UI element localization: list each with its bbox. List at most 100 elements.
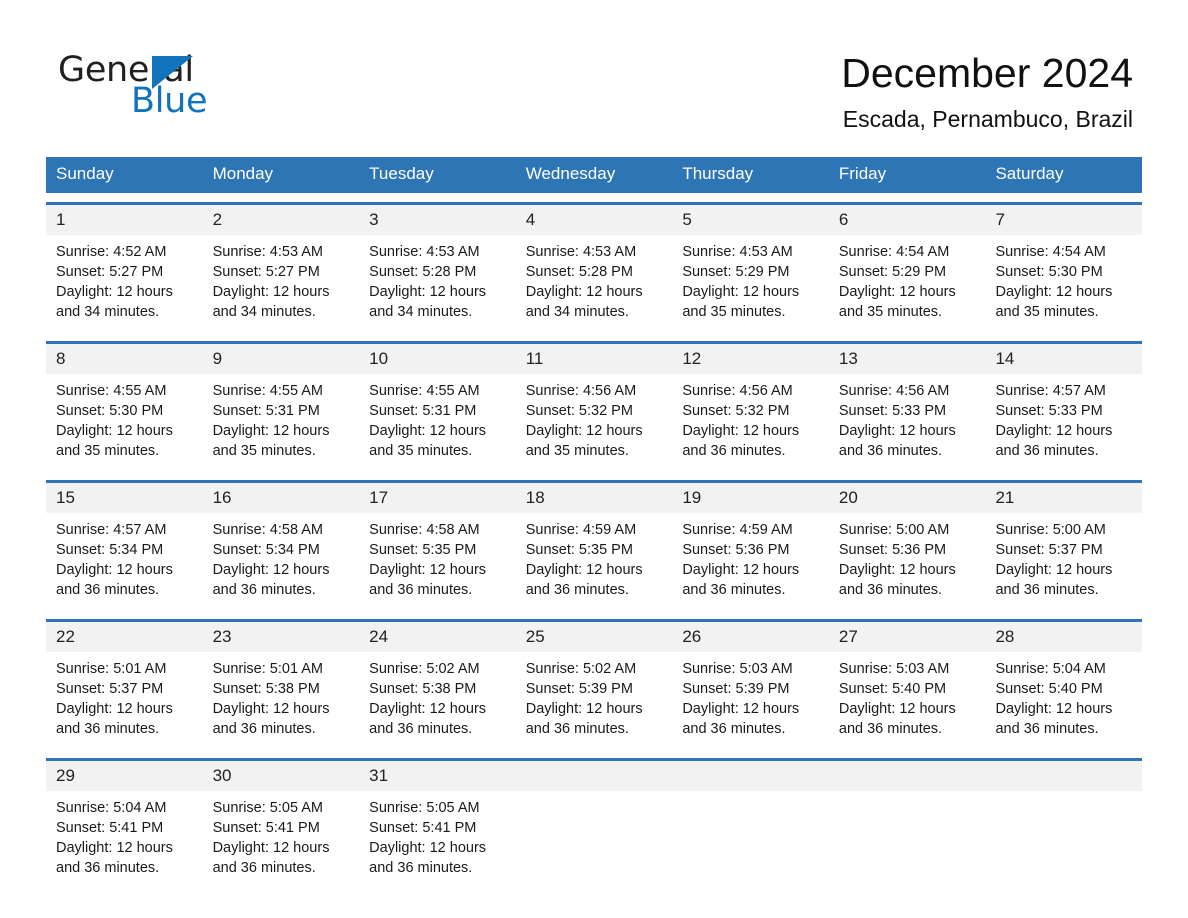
logo-text-blue: Blue [131, 81, 208, 121]
day-number[interactable]: 25 [516, 622, 673, 652]
day-cell[interactable]: Sunrise: 4:54 AM Sunset: 5:29 PM Dayligh… [829, 235, 986, 332]
day-cell[interactable]: Sunrise: 4:55 AM Sunset: 5:31 PM Dayligh… [203, 374, 360, 471]
day-cell[interactable]: Sunrise: 4:53 AM Sunset: 5:28 PM Dayligh… [516, 235, 673, 332]
daylight-text-line2: and 35 minutes. [995, 304, 1099, 320]
daylight-text-line1: Daylight: 12 hours [369, 423, 487, 439]
day-number[interactable]: 26 [672, 622, 829, 652]
day-cell[interactable]: Sunrise: 5:04 AM Sunset: 5:41 PM Dayligh… [46, 791, 203, 888]
day-number[interactable]: 23 [203, 622, 360, 652]
title-block: December 2024 Escada, Pernambuco, Brazil [841, 48, 1133, 133]
day-cell[interactable]: Sunrise: 5:03 AM Sunset: 5:40 PM Dayligh… [829, 652, 986, 749]
day-number[interactable]: 6 [829, 205, 986, 235]
day-number[interactable]: 20 [829, 483, 986, 513]
sunset-text: Sunset: 5:41 PM [56, 820, 164, 836]
day-number[interactable]: 21 [985, 483, 1142, 513]
day-cell[interactable]: Sunrise: 4:55 AM Sunset: 5:31 PM Dayligh… [359, 374, 516, 471]
weekday-header-row: Sunday Monday Tuesday Wednesday Thursday… [46, 157, 1142, 193]
page-header: General Blue December 2024 Escada, Perna… [0, 0, 1188, 155]
day-number[interactable]: 9 [203, 344, 360, 374]
day-number[interactable]: 5 [672, 205, 829, 235]
sunrise-text: Sunrise: 4:52 AM [56, 244, 167, 260]
day-number[interactable]: 22 [46, 622, 203, 652]
daylight-text-line2: and 34 minutes. [212, 304, 316, 320]
day-number-empty [516, 761, 673, 791]
day-cell[interactable]: Sunrise: 5:05 AM Sunset: 5:41 PM Dayligh… [203, 791, 360, 888]
daylight-text-line2: and 36 minutes. [369, 860, 473, 876]
sunset-text: Sunset: 5:37 PM [56, 681, 164, 697]
daylight-text-line2: and 35 minutes. [369, 443, 473, 459]
day-cell[interactable]: Sunrise: 5:01 AM Sunset: 5:38 PM Dayligh… [203, 652, 360, 749]
day-number[interactable]: 8 [46, 344, 203, 374]
day-cell[interactable]: Sunrise: 4:57 AM Sunset: 5:33 PM Dayligh… [985, 374, 1142, 471]
day-number[interactable]: 27 [829, 622, 986, 652]
day-cell[interactable]: Sunrise: 5:00 AM Sunset: 5:37 PM Dayligh… [985, 513, 1142, 610]
daylight-text-line2: and 35 minutes. [525, 443, 629, 459]
daylight-text-line1: Daylight: 12 hours [995, 423, 1113, 439]
day-cell[interactable]: Sunrise: 4:58 AM Sunset: 5:35 PM Dayligh… [359, 513, 516, 610]
sunrise-text: Sunrise: 5:01 AM [212, 661, 323, 677]
day-cell[interactable]: Sunrise: 5:01 AM Sunset: 5:37 PM Dayligh… [46, 652, 203, 749]
daylight-text-line2: and 36 minutes. [995, 721, 1099, 737]
day-cell[interactable]: Sunrise: 4:56 AM Sunset: 5:32 PM Dayligh… [672, 374, 829, 471]
day-number[interactable]: 19 [672, 483, 829, 513]
day-cell[interactable]: Sunrise: 4:52 AM Sunset: 5:27 PM Dayligh… [46, 235, 203, 332]
sunset-text: Sunset: 5:28 PM [369, 264, 477, 280]
day-cell[interactable]: Sunrise: 4:53 AM Sunset: 5:28 PM Dayligh… [359, 235, 516, 332]
day-cell[interactable]: Sunrise: 4:56 AM Sunset: 5:33 PM Dayligh… [829, 374, 986, 471]
day-cell[interactable]: Sunrise: 5:00 AM Sunset: 5:36 PM Dayligh… [829, 513, 986, 610]
daylight-text-line2: and 34 minutes. [369, 304, 473, 320]
day-cell[interactable]: Sunrise: 4:59 AM Sunset: 5:35 PM Dayligh… [516, 513, 673, 610]
day-number[interactable]: 16 [203, 483, 360, 513]
day-cell[interactable]: Sunrise: 5:05 AM Sunset: 5:41 PM Dayligh… [359, 791, 516, 888]
daylight-text-line1: Daylight: 12 hours [838, 284, 956, 300]
day-cell[interactable]: Sunrise: 4:53 AM Sunset: 5:29 PM Dayligh… [672, 235, 829, 332]
day-cell[interactable]: Sunrise: 4:55 AM Sunset: 5:30 PM Dayligh… [46, 374, 203, 471]
day-cell[interactable]: Sunrise: 5:02 AM Sunset: 5:39 PM Dayligh… [516, 652, 673, 749]
daylight-text-line1: Daylight: 12 hours [525, 701, 643, 717]
day-cell[interactable]: Sunrise: 5:04 AM Sunset: 5:40 PM Dayligh… [985, 652, 1142, 749]
day-cell[interactable]: Sunrise: 4:58 AM Sunset: 5:34 PM Dayligh… [203, 513, 360, 610]
day-cell[interactable]: Sunrise: 5:02 AM Sunset: 5:38 PM Dayligh… [359, 652, 516, 749]
day-number[interactable]: 18 [516, 483, 673, 513]
daylight-text-line1: Daylight: 12 hours [525, 423, 643, 439]
daylight-text-line2: and 36 minutes. [995, 582, 1099, 598]
day-number[interactable]: 1 [46, 205, 203, 235]
day-number[interactable]: 15 [46, 483, 203, 513]
daylight-text-line1: Daylight: 12 hours [525, 284, 643, 300]
day-cell[interactable]: Sunrise: 4:53 AM Sunset: 5:27 PM Dayligh… [203, 235, 360, 332]
day-number[interactable]: 31 [359, 761, 516, 791]
day-number[interactable]: 4 [516, 205, 673, 235]
sunrise-text: Sunrise: 4:58 AM [212, 522, 323, 538]
day-cell[interactable]: Sunrise: 4:54 AM Sunset: 5:30 PM Dayligh… [985, 235, 1142, 332]
day-number[interactable]: 12 [672, 344, 829, 374]
day-number[interactable]: 30 [203, 761, 360, 791]
weekday-header-wednesday: Wednesday [525, 164, 616, 183]
sunset-text: Sunset: 5:29 PM [838, 264, 947, 280]
day-number[interactable]: 7 [985, 205, 1142, 235]
sunrise-text: Sunrise: 4:55 AM [56, 383, 167, 399]
week-date-band: 8 9 10 11 12 13 14 [46, 344, 1142, 374]
day-number[interactable]: 24 [359, 622, 516, 652]
sunrise-text: Sunrise: 4:58 AM [369, 522, 480, 538]
day-number[interactable]: 13 [829, 344, 986, 374]
day-number[interactable]: 29 [46, 761, 203, 791]
day-cell[interactable]: Sunrise: 4:59 AM Sunset: 5:36 PM Dayligh… [672, 513, 829, 610]
sunrise-text: Sunrise: 5:05 AM [369, 800, 480, 816]
daylight-text-line2: and 36 minutes. [212, 721, 316, 737]
day-cell-empty [516, 791, 673, 888]
day-number[interactable]: 17 [359, 483, 516, 513]
day-cell[interactable]: Sunrise: 4:56 AM Sunset: 5:32 PM Dayligh… [516, 374, 673, 471]
sunrise-text: Sunrise: 5:00 AM [995, 522, 1106, 538]
day-number[interactable]: 10 [359, 344, 516, 374]
day-cell[interactable]: Sunrise: 5:03 AM Sunset: 5:39 PM Dayligh… [672, 652, 829, 749]
day-number[interactable]: 2 [203, 205, 360, 235]
daylight-text-line2: and 35 minutes. [212, 443, 316, 459]
day-number[interactable]: 14 [985, 344, 1142, 374]
day-number[interactable]: 28 [985, 622, 1142, 652]
day-number[interactable]: 11 [516, 344, 673, 374]
day-number[interactable]: 3 [359, 205, 516, 235]
day-cell[interactable]: Sunrise: 4:57 AM Sunset: 5:34 PM Dayligh… [46, 513, 203, 610]
sunrise-text: Sunrise: 4:53 AM [525, 244, 637, 260]
daylight-text-line1: Daylight: 12 hours [56, 701, 173, 717]
daylight-text-line1: Daylight: 12 hours [525, 562, 643, 578]
